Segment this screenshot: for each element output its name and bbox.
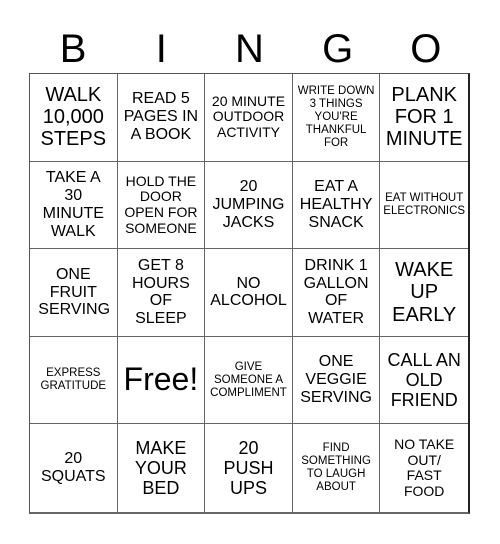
header-letter-n: N xyxy=(235,27,264,71)
bingo-cell[interactable]: EAT A HEALTHY SNACK xyxy=(292,161,381,250)
bingo-cell[interactable]: NO TAKE OUT/ FAST FOOD xyxy=(380,424,468,512)
cell-text: GIVE SOMEONE A COMPLIMENT xyxy=(210,360,287,399)
cell-text: WALK 10,000 STEPS xyxy=(40,83,107,151)
bingo-header: B I N G O xyxy=(29,24,470,74)
cell-text: 20 PUSH UPS xyxy=(223,437,274,499)
bingo-cell[interactable]: PLANK FOR 1 MINUTE xyxy=(380,74,468,162)
bingo-cell[interactable]: 20 SQUATS xyxy=(30,424,118,512)
bingo-cell[interactable]: HOLD THE DOOR OPEN FOR SOMEONE xyxy=(117,161,206,250)
bingo-cell[interactable]: WRITE DOWN 3 THINGS YOU'RE THANKFUL FOR xyxy=(292,74,381,162)
free-space-text: Free! xyxy=(123,361,199,398)
cell-text: ONE FRUIT SERVING xyxy=(38,265,111,319)
cell-text: ONE VEGGIE SERVING xyxy=(300,353,372,407)
bingo-cell[interactable]: DRINK 1 GALLON OF WATER xyxy=(292,249,381,337)
bingo-cell[interactable]: CALL AN OLD FRIEND xyxy=(380,337,468,425)
cell-text: PLANK FOR 1 MINUTE xyxy=(385,83,463,151)
bingo-cell[interactable]: ONE VEGGIE SERVING xyxy=(292,336,381,425)
cell-text: NO ALCOHOL xyxy=(210,274,287,310)
cell-text: 20 JUMPING JACKS xyxy=(212,178,285,231)
bingo-card-grid: WALK 10,000 STEPS READ 5 PAGES IN A BOOK… xyxy=(29,73,470,514)
cell-text: READ 5 PAGES IN A BOOK xyxy=(123,90,199,144)
cell-text: TAKE A 30 MINUTE WALK xyxy=(42,169,104,240)
cell-text: CALL AN OLD FRIEND xyxy=(387,349,461,411)
header-letter-o: O xyxy=(410,27,442,71)
bingo-cell[interactable]: WAKE UP EARLY xyxy=(380,249,468,337)
bingo-cell[interactable]: 20 MINUTE OUTDOOR ACTIVITY xyxy=(205,74,293,162)
cell-text: 20 MINUTE OUTDOOR ACTIVITY xyxy=(211,92,286,141)
cell-text: EAT A HEALTHY SNACK xyxy=(299,178,373,231)
bingo-cell[interactable]: EXPRESS GRATITUDE xyxy=(30,336,118,425)
cell-text: MAKE YOUR BED xyxy=(134,437,187,499)
cell-text: EXPRESS GRATITUDE xyxy=(40,367,107,393)
bingo-cell-free[interactable]: Free! xyxy=(117,336,206,425)
cell-text: EAT WITHOUT ELECTRONICS xyxy=(383,192,466,217)
bingo-cell[interactable]: WALK 10,000 STEPS xyxy=(30,74,118,162)
bingo-cell[interactable]: 20 PUSH UPS xyxy=(205,424,293,512)
cell-text: GET 8 HOURS OF SLEEP xyxy=(132,256,190,328)
cell-text: WAKE UP EARLY xyxy=(392,258,457,326)
bingo-cell[interactable]: NO ALCOHOL xyxy=(205,249,293,337)
cell-text: WRITE DOWN 3 THINGS YOU'RE THANKFUL FOR xyxy=(297,85,375,149)
bingo-cell[interactable]: READ 5 PAGES IN A BOOK xyxy=(117,74,206,162)
cell-text: DRINK 1 GALLON OF WATER xyxy=(303,256,369,328)
cell-text: HOLD THE DOOR OPEN FOR SOMEONE xyxy=(124,172,198,236)
bingo-cell[interactable]: 20 JUMPING JACKS xyxy=(205,161,293,250)
header-letter-b: B xyxy=(59,27,87,71)
bingo-cell[interactable]: FIND SOMETHING TO LAUGH ABOUT xyxy=(293,424,381,512)
bingo-cell[interactable]: TAKE A 30 MINUTE WALK xyxy=(30,161,118,250)
header-letter-i: I xyxy=(155,27,167,71)
bingo-cell[interactable]: EAT WITHOUT ELECTRONICS xyxy=(380,162,468,250)
header-letter-g: G xyxy=(322,27,354,71)
cell-text: FIND SOMETHING TO LAUGH ABOUT xyxy=(301,442,371,494)
bingo-cell[interactable]: MAKE YOUR BED xyxy=(118,424,206,512)
cell-text: 20 SQUATS xyxy=(40,450,106,486)
bingo-cell[interactable]: GET 8 HOURS OF SLEEP xyxy=(117,249,206,337)
bingo-cell[interactable]: ONE FRUIT SERVING xyxy=(30,249,118,337)
bingo-cell[interactable]: GIVE SOMEONE A COMPLIMENT xyxy=(205,336,293,425)
cell-text: NO TAKE OUT/ FAST FOOD xyxy=(394,435,455,499)
